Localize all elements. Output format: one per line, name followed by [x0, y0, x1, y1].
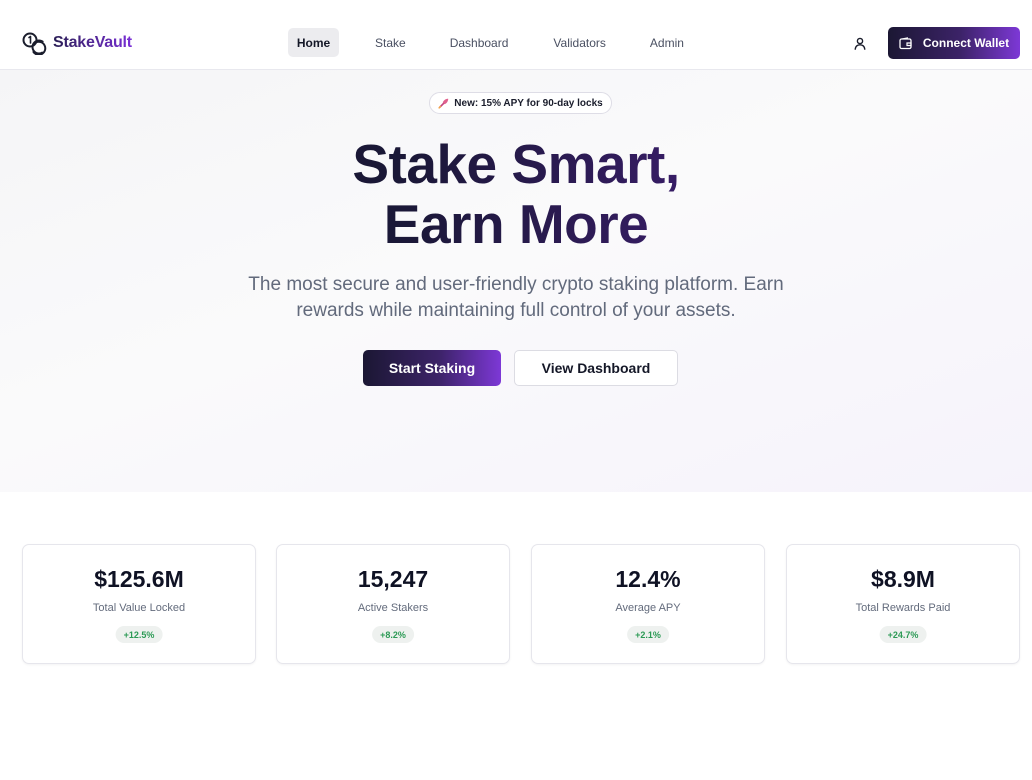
- user-icon: [854, 37, 866, 50]
- stat-value: 15,247: [357, 566, 429, 592]
- start-staking-button[interactable]: Start Staking: [363, 350, 501, 386]
- hero-section: New: 15% APY for 90-day locks Stake Smar…: [0, 70, 1032, 492]
- stat-change-badge: +8.2%: [372, 626, 414, 643]
- connect-wallet-label: Connect Wallet: [922, 36, 1010, 50]
- coins-icon: [22, 32, 47, 55]
- stat-value: $8.9M: [871, 566, 935, 592]
- view-dashboard-button[interactable]: View Dashboard: [514, 350, 678, 386]
- top-navbar: StakeVault Home Stake Dashboard Validato…: [0, 0, 1032, 70]
- stat-card-active-stakers: 15,247 Active Stakers +8.2%: [276, 544, 510, 664]
- stat-change-badge: +24.7%: [879, 626, 927, 643]
- stat-card-tvl: $125.6M Total Value Locked +12.5%: [22, 544, 256, 664]
- wallet-icon: [899, 36, 912, 49]
- stat-change-badge: +2.1%: [627, 626, 669, 643]
- promo-badge-text: New: 15% APY for 90-day locks: [454, 97, 603, 109]
- stat-label: Total Value Locked: [92, 602, 186, 614]
- stats-section: $125.6M Total Value Locked +12.5% 15,247…: [22, 544, 1020, 664]
- stat-value: 12.4%: [615, 566, 681, 592]
- stat-label: Total Rewards Paid: [855, 602, 951, 614]
- nav-admin[interactable]: Admin: [641, 28, 693, 57]
- stat-label: Active Stakers: [357, 602, 429, 614]
- hero-title-line-2: Earn More: [0, 194, 1032, 254]
- brand-logo[interactable]: StakeVault: [22, 31, 132, 55]
- main-nav: Home Stake Dashboard Validators Admin: [288, 28, 693, 57]
- rocket-icon: [438, 98, 449, 109]
- brand-name: StakeVault: [53, 34, 132, 51]
- hero-title: Stake Smart, Earn More: [0, 134, 1032, 254]
- stat-card-rewards-paid: $8.9M Total Rewards Paid +24.7%: [786, 544, 1020, 664]
- stat-card-average-apy: 12.4% Average APY +2.1%: [531, 544, 765, 664]
- hero-subtitle: The most secure and user-friendly crypto…: [248, 274, 784, 321]
- nav-dashboard[interactable]: Dashboard: [441, 28, 518, 57]
- stat-change-badge: +12.5%: [115, 626, 163, 643]
- nav-stake[interactable]: Stake: [366, 28, 415, 57]
- stat-label: Average APY: [615, 602, 681, 614]
- connect-wallet-button[interactable]: Connect Wallet: [888, 27, 1020, 59]
- user-account-button[interactable]: [849, 32, 871, 54]
- nav-home[interactable]: Home: [288, 28, 339, 57]
- promo-badge[interactable]: New: 15% APY for 90-day locks: [429, 92, 612, 114]
- nav-validators[interactable]: Validators: [544, 28, 614, 57]
- stat-value: $125.6M: [94, 566, 184, 592]
- hero-title-line-1: Stake Smart,: [0, 134, 1032, 194]
